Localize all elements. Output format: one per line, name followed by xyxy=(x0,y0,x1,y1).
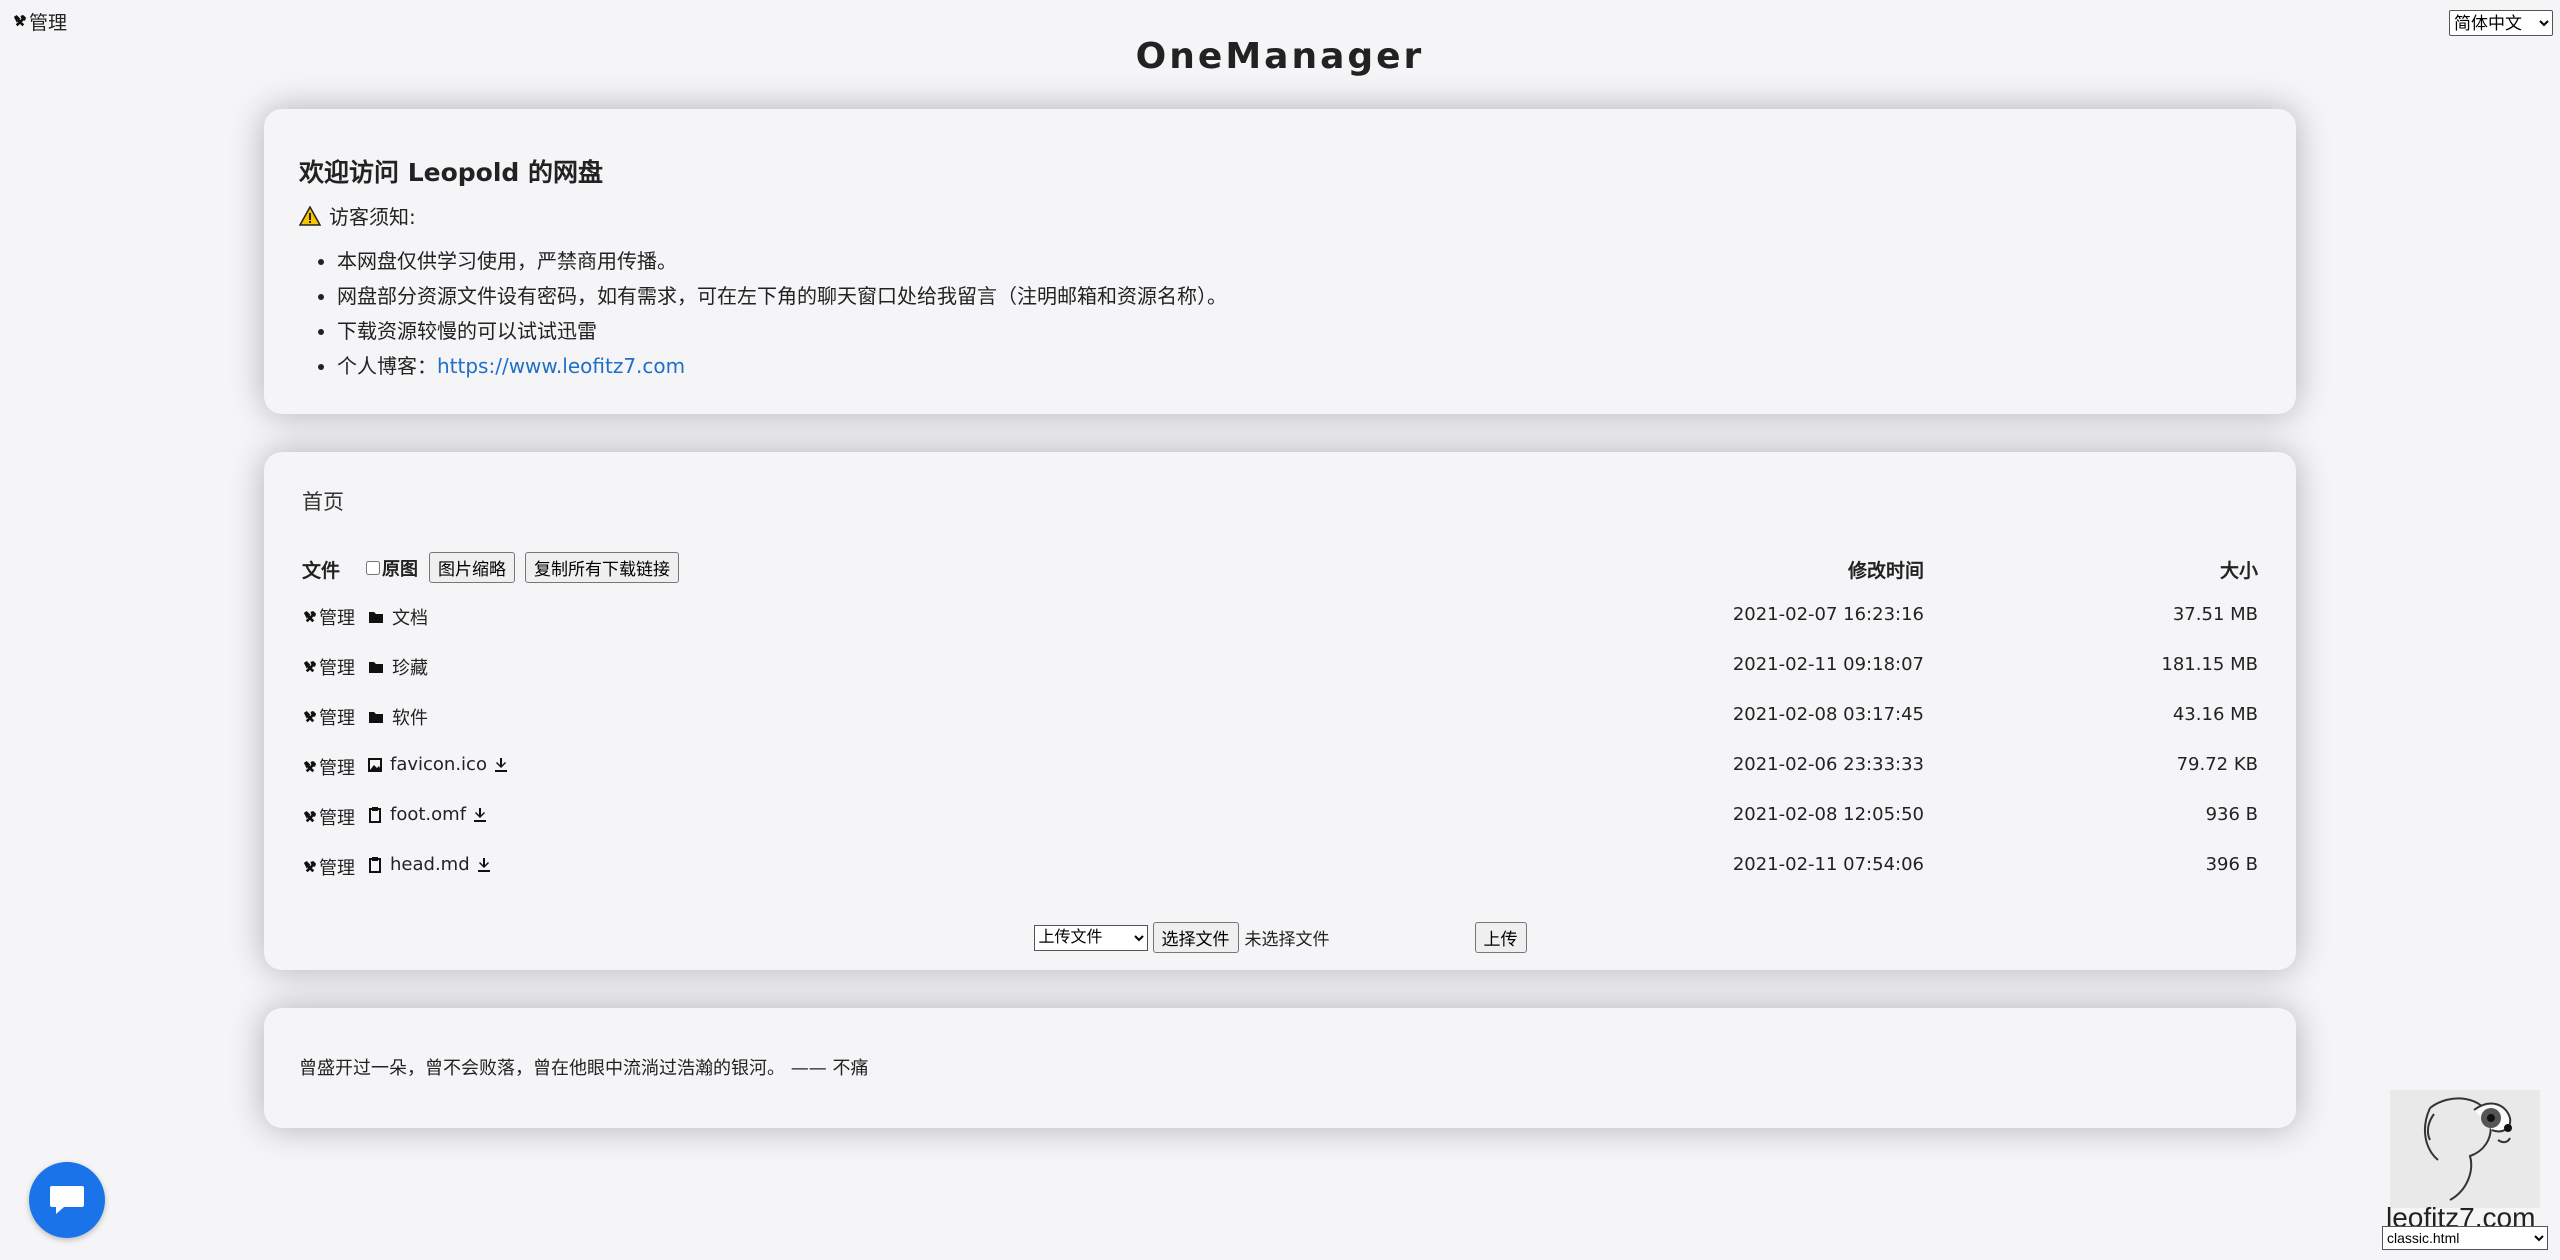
file-size: 936 B xyxy=(2205,804,2258,825)
file-size: 37.51 MB xyxy=(2172,604,2258,625)
tools-icon xyxy=(302,660,317,675)
file-name-link[interactable]: 珍藏 xyxy=(368,654,428,680)
file-size: 43.16 MB xyxy=(2172,704,2258,725)
notice-line: 访客须知: xyxy=(299,201,2261,230)
mascot-image[interactable] xyxy=(2390,1090,2540,1208)
folder-icon xyxy=(368,660,384,674)
notice-item: 本网盘仅供学习使用，严禁商用传播。 xyxy=(337,244,2261,279)
breadcrumb-home[interactable]: 首页 xyxy=(302,486,344,516)
column-file: 文件 xyxy=(302,560,341,582)
notice-item: 下载资源较慢的可以试试迅雷 xyxy=(337,314,2261,349)
manage-label: 管理 xyxy=(319,758,355,779)
file-name-link[interactable]: 软件 xyxy=(368,704,428,730)
list-header: 文件 原图 图片缩略 复制所有下载链接 修改时间 大小 xyxy=(302,552,2258,583)
file-rows: 管理 文档 2021-02-07 16:23:16 37.51 MB 管理 珍藏 2021-… xyxy=(302,592,2258,892)
image-icon xyxy=(368,757,382,772)
language-select[interactable]: 简体中文 xyxy=(2449,10,2553,36)
file-icon xyxy=(368,806,382,823)
file-name: favicon.ico xyxy=(390,754,487,775)
chat-button[interactable] xyxy=(29,1162,105,1238)
upload-mode-select[interactable]: 上传文件 xyxy=(1033,924,1148,951)
file-list-card: 首页 文件 原图 图片缩略 复制所有下载链接 修改时间 大小 管理 文档 2021-… xyxy=(264,452,2296,970)
file-row: 管理 珍藏 2021-02-11 09:18:07 181.15 MB xyxy=(302,642,2258,692)
file-name-link[interactable]: head.md xyxy=(368,854,490,875)
file-modified: 2021-02-08 12:05:50 xyxy=(1732,804,1924,825)
blog-link[interactable]: https://www.leofitz7.com xyxy=(437,354,685,378)
file-size: 181.15 MB xyxy=(2161,654,2258,675)
file-modified: 2021-02-07 16:23:16 xyxy=(1732,604,1924,625)
file-modified: 2021-02-11 07:54:06 xyxy=(1732,854,1924,875)
manage-label: 管理 xyxy=(319,708,355,729)
admin-link[interactable]: 管理 xyxy=(12,8,67,35)
notice-list: 本网盘仅供学习使用，严禁商用传播。 网盘部分资源文件设有密码，如有需求，可在左下… xyxy=(299,244,2261,384)
welcome-title: 欢迎访问 Leopold 的网盘 xyxy=(299,158,604,187)
chat-icon xyxy=(48,1183,86,1217)
file-row: 管理 head.md 2021-02-11 07:54:06 396 B xyxy=(302,842,2258,892)
tools-icon xyxy=(302,760,317,775)
file-name-link[interactable]: foot.omf xyxy=(368,804,487,825)
manage-link[interactable]: 管理 xyxy=(302,804,355,830)
thumbnail-button[interactable]: 图片缩略 xyxy=(429,552,515,583)
notice-item: 网盘部分资源文件设有密码，如有需求，可在左下角的聊天窗口处给我留言（注明邮箱和资… xyxy=(337,279,2261,314)
notice-label: 访客须知: xyxy=(329,205,416,229)
file-row: 管理 软件 2021-02-08 03:17:45 43.16 MB xyxy=(302,692,2258,742)
file-modified: 2021-02-08 03:17:45 xyxy=(1732,704,1924,725)
admin-label: 管理 xyxy=(29,12,68,34)
file-row: 管理 foot.omf 2021-02-08 12:05:50 936 B xyxy=(302,792,2258,842)
tools-icon xyxy=(302,810,317,825)
tools-icon xyxy=(302,710,317,725)
site-title: OneManager xyxy=(1135,36,1425,77)
file-name: 珍藏 xyxy=(392,658,428,679)
upload-bar: 上传文件 选择文件 未选择文件 上传 xyxy=(264,922,2296,953)
file-name: 软件 xyxy=(392,708,428,729)
folder-icon xyxy=(368,610,384,624)
file-modified: 2021-02-06 23:33:33 xyxy=(1732,754,1924,775)
tools-icon xyxy=(302,610,317,625)
file-icon xyxy=(368,856,382,873)
tools-icon xyxy=(302,860,317,875)
file-size: 396 B xyxy=(2205,854,2258,875)
original-label: 原图 xyxy=(382,559,418,580)
manage-link[interactable]: 管理 xyxy=(302,654,355,680)
file-name: foot.omf xyxy=(390,804,467,825)
download-icon[interactable] xyxy=(494,757,507,772)
upload-button[interactable]: 上传 xyxy=(1474,922,1527,953)
column-size: 大小 xyxy=(2219,560,2258,582)
readme-card: 欢迎访问 Leopold 的网盘 访客须知: 本网盘仅供学习使用，严禁商用传播。… xyxy=(264,109,2296,414)
file-name: 文档 xyxy=(392,608,428,629)
file-row: 管理 favicon.ico 2021-02-06 23:33:33 79.72 KB xyxy=(302,742,2258,792)
footer-quote: 曾盛开过一朵，曾不会败落，曾在他眼中流淌过浩瀚的银河。 —— 不痛 xyxy=(299,1058,869,1079)
dog-sketch-icon xyxy=(2390,1090,2540,1208)
original-toggle[interactable]: 原图 xyxy=(366,555,418,581)
footer-card: 曾盛开过一朵，曾不会败落，曾在他眼中流淌过浩瀚的银河。 —— 不痛 xyxy=(264,1008,2296,1128)
folder-icon xyxy=(368,710,384,724)
file-status: 未选择文件 xyxy=(1244,930,1330,950)
notice-item-blog: 个人博客：https://www.leofitz7.com xyxy=(337,349,2261,384)
manage-label: 管理 xyxy=(319,608,355,629)
copy-links-button[interactable]: 复制所有下载链接 xyxy=(525,552,679,583)
original-checkbox[interactable] xyxy=(366,561,380,575)
file-name: head.md xyxy=(390,854,470,875)
manage-label: 管理 xyxy=(319,858,355,879)
file-name-link[interactable]: favicon.ico xyxy=(368,754,507,775)
choose-file-button[interactable]: 选择文件 xyxy=(1152,922,1239,953)
warning-icon xyxy=(299,205,321,226)
tools-icon xyxy=(12,14,27,29)
download-icon[interactable] xyxy=(477,857,490,872)
manage-label: 管理 xyxy=(319,658,355,679)
file-modified: 2021-02-11 09:18:07 xyxy=(1732,654,1924,675)
manage-link[interactable]: 管理 xyxy=(302,854,355,880)
theme-select[interactable]: classic.html xyxy=(2382,1226,2548,1250)
column-modified: 修改时间 xyxy=(1847,560,1924,582)
manage-label: 管理 xyxy=(319,808,355,829)
file-name-link[interactable]: 文档 xyxy=(368,604,428,630)
download-icon[interactable] xyxy=(474,807,487,822)
manage-link[interactable]: 管理 xyxy=(302,704,355,730)
blog-label: 个人博客： xyxy=(337,354,437,378)
manage-link[interactable]: 管理 xyxy=(302,604,355,630)
file-size: 79.72 KB xyxy=(2176,754,2258,775)
file-row: 管理 文档 2021-02-07 16:23:16 37.51 MB xyxy=(302,592,2258,642)
manage-link[interactable]: 管理 xyxy=(302,754,355,780)
